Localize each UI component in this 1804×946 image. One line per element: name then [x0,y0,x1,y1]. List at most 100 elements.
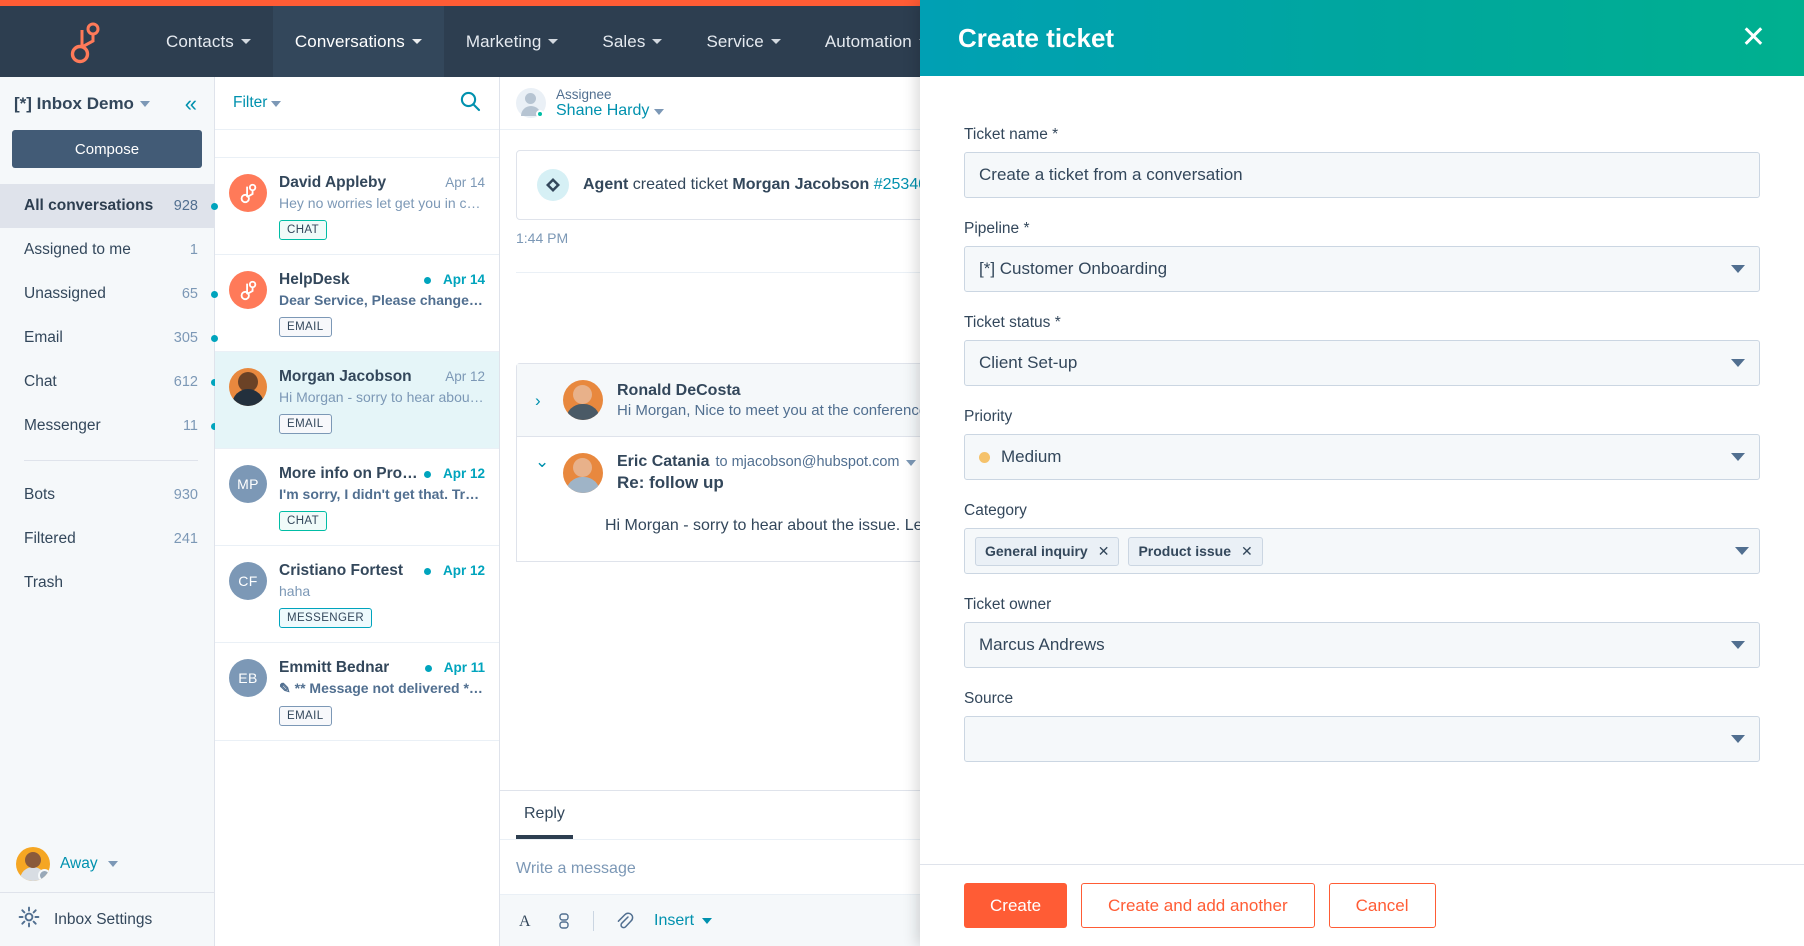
priority-dot-icon [979,451,990,463]
chevron-right-icon[interactable]: › [535,392,549,409]
sidebar-item-unassigned[interactable]: Unassigned 65 [0,272,218,316]
sidebar-item-label: Messenger [24,417,101,434]
message-preview: Dear Service, Please change your… [279,292,485,308]
remove-chip-icon[interactable]: ✕ [1098,543,1110,560]
cancel-button[interactable]: Cancel [1328,883,1436,928]
filter-dropdown[interactable]: Filter [233,94,282,112]
event-text: Agent created ticket Morgan Jacobson #25… [583,176,945,194]
chevron-down-icon[interactable] [906,460,917,466]
chevron-down-icon [1731,265,1745,273]
tab-reply[interactable]: Reply [516,791,573,839]
list-item[interactable]: Morgan Jacobson Apr 12 Hi Morgan - sorry… [215,352,499,449]
sidebar-item-messenger[interactable]: Messenger 11 [0,404,218,448]
nav-label: Automation [824,31,912,51]
search-icon[interactable] [459,90,481,117]
create-and-add-another-button[interactable]: Create and add another [1081,883,1315,928]
sidebar-item-label: Chat [24,373,57,390]
list-item[interactable]: MP More info on Produ… Apr 12 I'm sorry,… [215,449,499,546]
inbox-settings-link[interactable]: Inbox Settings [0,892,214,946]
sidebar-item-email[interactable]: Email 305 [0,316,218,360]
sidebar-item-label: Email [24,329,63,346]
sidebar-item-label: All conversations [24,197,154,214]
sidebar-item-all-conversations[interactable]: All conversations 928 [0,184,218,228]
unread-dot-icon [423,277,431,284]
field-pipeline: Pipeline * [*] Customer Onboarding [964,220,1760,292]
category-multiselect[interactable]: General inquiry ✕ Product issue ✕ [964,528,1760,574]
modal-footer: Create Create and add another Cancel [920,864,1804,946]
font-icon[interactable]: A [516,911,535,930]
conversation-date: Apr 12 [445,369,485,384]
chevron-down-icon [139,100,150,107]
priority-select[interactable]: Medium [964,434,1760,480]
compose-button[interactable]: Compose [12,130,202,168]
chevron-down-icon [1735,547,1749,555]
message-preview: I'm sorry, I didn't get that. Try aga… [279,486,485,502]
sidebar-item-bots[interactable]: Bots 930 [0,473,214,517]
conversation-list[interactable]: David Appleby Apr 14 Hey no worries let … [215,130,499,946]
collapse-sidebar-icon[interactable]: « [185,91,200,117]
sidebar-item-count: 65 [181,286,198,302]
sidebar-item-assigned-to-me[interactable]: Assigned to me 1 [0,228,214,272]
source-select[interactable] [964,716,1760,762]
pipeline-select[interactable]: [*] Customer Onboarding [964,246,1760,292]
channel-badge: MESSENGER [279,608,373,628]
chip-label: General inquiry [985,543,1088,559]
nav-label: Marketing [465,31,542,51]
list-item-content: HelpDesk Apr 14 Dear Service, Please cha… [279,271,485,337]
nav-item-marketing[interactable]: Marketing [444,6,581,77]
avatar: MP [229,465,267,503]
message-sender-name: Eric Catania [617,453,710,470]
category-chip[interactable]: Product issue ✕ [1128,536,1263,566]
ticket-status-select[interactable]: Client Set-up [964,340,1760,386]
category-chip[interactable]: General inquiry ✕ [975,536,1120,566]
message-preview: Hey no worries let get you in cont… [279,195,485,211]
nav-label: Sales [602,31,646,51]
list-item[interactable]: David Appleby Apr 14 Hey no worries let … [215,158,499,255]
sidebar-item-chat[interactable]: Chat 612 [0,360,218,404]
message-preview: Hi Morgan - sorry to hear about th… [279,389,485,405]
ticket-name-input[interactable]: Create a ticket from a conversation [964,152,1760,198]
sidebar-divider [24,460,198,461]
attachment-icon[interactable] [614,911,634,931]
sidebar-item-filtered[interactable]: Filtered 241 [0,517,214,561]
sidebar-item-label: Unassigned [24,285,106,302]
filter-label: Filter [233,94,268,111]
sidebar-item-count: 305 [173,330,198,346]
nav-item-conversations[interactable]: Conversations [272,6,444,77]
sidebar-item-label: Filtered [24,530,76,547]
link-icon[interactable] [555,912,573,930]
conversation-list-toolbar: Filter [215,77,499,130]
channel-badge: EMAIL [279,317,332,337]
nav-item-contacts[interactable]: Contacts [144,6,273,77]
insert-dropdown[interactable]: Insert [654,912,713,930]
sidebar-item-count: 241 [173,531,198,547]
conversation-list-item-partial[interactable] [215,130,499,158]
close-icon[interactable]: ✕ [1741,23,1766,53]
avatar [516,88,546,118]
contact-name: HelpDesk [279,271,350,288]
assignee-name[interactable]: Shane Hardy [556,102,665,120]
assignee-block[interactable]: Assignee Shane Hardy [556,86,665,120]
hubspot-logo-icon[interactable] [62,20,104,64]
avatar [16,847,50,881]
list-item[interactable]: CF Cristiano Fortest Apr 12 haha MESSENG… [215,546,499,643]
chevron-down-icon [240,39,251,44]
nav-item-sales[interactable]: Sales [580,6,684,77]
user-status-row[interactable]: Away [0,836,214,892]
channel-badge: CHAT [279,511,328,531]
sidebar-item-trash[interactable]: Trash [0,561,214,605]
assignee-label: Assignee [556,86,612,102]
contact-name: More info on Produ… [279,465,418,482]
chevron-down-icon [1731,735,1745,743]
field-ticket-owner: Ticket owner Marcus Andrews [964,596,1760,668]
ticket-owner-select[interactable]: Marcus Andrews [964,622,1760,668]
list-item[interactable]: EB Emmitt Bednar Apr 11 ✎ ** Message not… [215,643,499,741]
create-button[interactable]: Create [964,883,1068,928]
remove-chip-icon[interactable]: ✕ [1241,543,1253,560]
unread-dot-icon [424,665,432,672]
inbox-selector[interactable]: [*] Inbox Demo « [0,77,214,130]
list-item[interactable]: HelpDesk Apr 14 Dear Service, Please cha… [215,255,499,352]
chevron-down-icon[interactable]: ⌄ [535,453,549,470]
nav-item-service[interactable]: Service [684,6,802,77]
